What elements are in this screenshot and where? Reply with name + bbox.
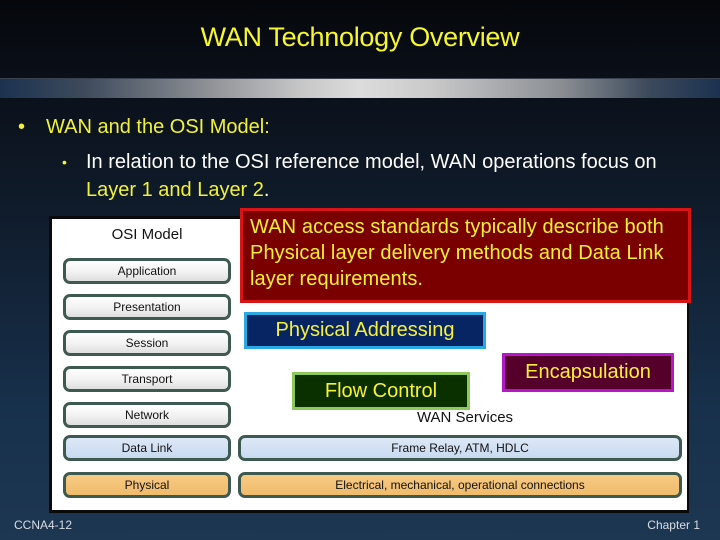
- footer-course-code: CCNA4-12: [14, 518, 73, 532]
- bullet-highlight: Layer 1 and Layer 2: [86, 179, 264, 201]
- osi-layer-session: Session: [63, 330, 231, 356]
- bullet-end: .: [263, 179, 270, 201]
- flow-control-tag: Flow Control: [292, 372, 470, 410]
- standards-callout: WAN access standards typically describe …: [240, 208, 691, 303]
- physical-addressing-tag: Physical Addressing: [244, 312, 486, 349]
- bullet-level-2: • In relation to the OSI reference model…: [62, 148, 702, 204]
- osi-layer-network: Network: [63, 402, 231, 428]
- wan-data-link-row: Frame Relay, ATM, HDLC: [238, 435, 682, 461]
- osi-layer-presentation: Presentation: [63, 294, 231, 320]
- wan-physical-row: Electrical, mechanical, operational conn…: [238, 472, 682, 498]
- wan-services-label: WAN Services: [416, 409, 514, 426]
- title-divider-bar: [0, 78, 720, 98]
- footer-chapter: Chapter 1: [647, 518, 700, 532]
- osi-layer-physical: Physical: [63, 472, 231, 498]
- osi-layer-application: Application: [63, 258, 231, 284]
- osi-layer-data-link: Data Link: [63, 435, 231, 461]
- bullet-text: WAN and the OSI Model:: [46, 116, 270, 138]
- bullet-marker: •: [62, 154, 67, 170]
- slide-title: WAN Technology Overview: [200, 22, 520, 52]
- osi-layer-transport: Transport: [63, 366, 231, 392]
- bullet-level-1: • WAN and the OSI Model:: [18, 116, 270, 139]
- bullet-marker: •: [18, 116, 26, 138]
- osi-model-title: OSI Model: [111, 226, 183, 243]
- encapsulation-tag: Encapsulation: [502, 353, 674, 392]
- bullet-text: In relation to the OSI reference model, …: [86, 151, 657, 173]
